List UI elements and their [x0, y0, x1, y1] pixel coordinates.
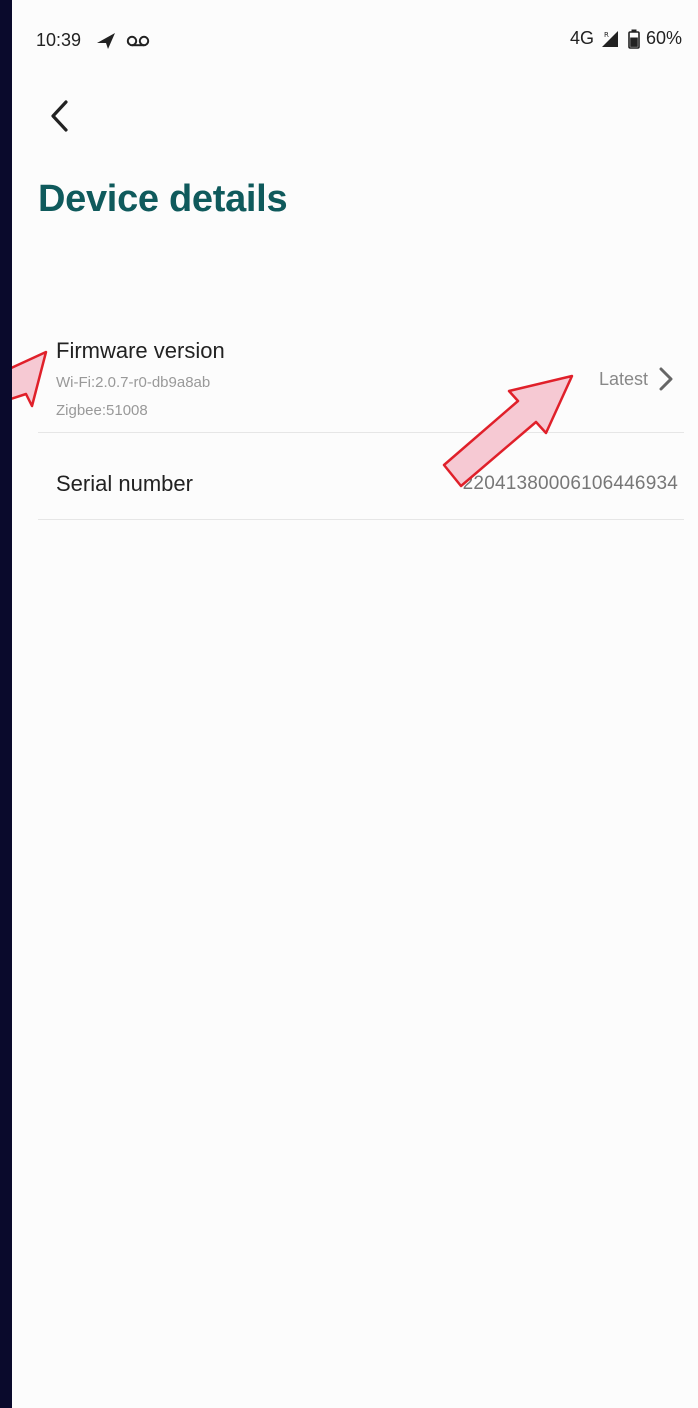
- firmware-status-text: Latest: [598, 368, 648, 389]
- chevron-right-icon: [659, 367, 673, 391]
- firmware-version-row[interactable]: Firmware version Wi-Fi:2.0.7-r0-db9a8ab …: [38, 328, 684, 433]
- serial-number-row: Serial number 22041380006106446934: [38, 433, 684, 520]
- voicemail-icon: [126, 35, 150, 47]
- chevron-left-icon: [51, 100, 68, 132]
- status-icons-left: [94, 28, 156, 57]
- page-title: Device details: [38, 178, 288, 220]
- signal-icon: R: [601, 30, 618, 47]
- serial-number-label: Serial number: [56, 471, 193, 496]
- firmware-version-label: Firmware version: [56, 338, 225, 363]
- navigation-arrow-icon: [97, 33, 150, 49]
- back-button[interactable]: [40, 94, 80, 138]
- battery-icon: [628, 29, 640, 49]
- svg-text:R: R: [604, 31, 609, 39]
- battery-percent: 60%: [645, 28, 682, 48]
- network-type: 4G: [569, 28, 594, 48]
- firmware-status[interactable]: Latest: [599, 366, 674, 392]
- status-time: 10:39: [36, 30, 82, 50]
- status-right: 4G R 60%: [570, 28, 682, 49]
- zigbee-firmware-version: Zigbee:51008: [56, 402, 148, 419]
- serial-number-value: 22041380006106446934: [462, 473, 678, 494]
- status-bar: 10:39 4G R 60%: [12, 0, 698, 80]
- wifi-firmware-version: Wi-Fi:2.0.7-r0-db9a8ab: [56, 374, 211, 391]
- app-screen: 10:39 4G R 60% Device details Firmware v…: [12, 0, 698, 1408]
